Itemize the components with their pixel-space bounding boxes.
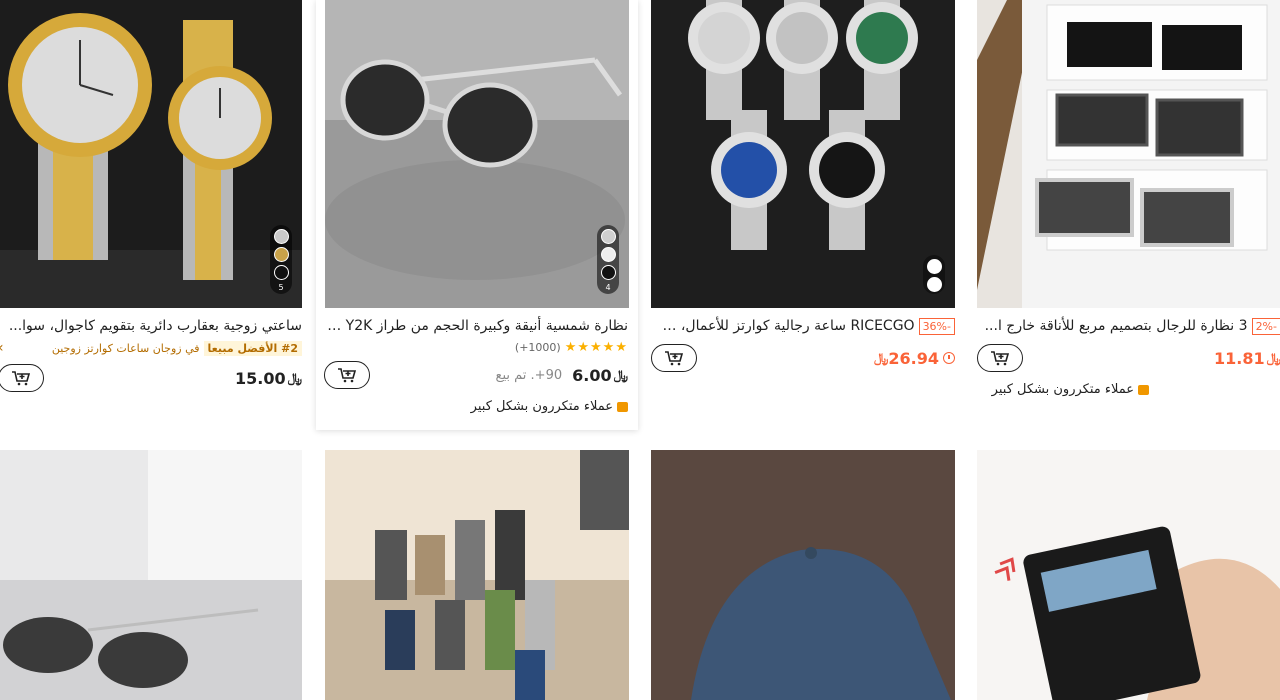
bestseller-badge: #2 الأفضل مبيعا: [203, 340, 302, 356]
product-image-7[interactable]: [651, 450, 955, 700]
discount-badge: -2%: [1251, 318, 1280, 335]
cart-plus-icon: [665, 351, 684, 366]
color-swatches[interactable]: 4: [597, 225, 619, 294]
product-title[interactable]: -2%3 نظارة للرجال بتصميم مربع للأناقة خا…: [977, 316, 1280, 336]
product-image-8[interactable]: [977, 450, 1280, 700]
add-to-cart-button[interactable]: [651, 344, 697, 372]
rating-stars: ★★★★★: [564, 340, 628, 355]
chevron-left-icon[interactable]: ›: [0, 340, 4, 356]
product-card-2[interactable]: 4 نظارة شمسية أنيقة وكبيرة الحجم من طراز…: [316, 0, 638, 430]
repeat-customers-note: عملاء متكررون بشكل كبير: [991, 382, 1134, 397]
currency-icon: ﷼: [287, 370, 302, 386]
sold-count: 90+. تم بيع: [495, 367, 563, 383]
product-image[interactable]: 5: [0, 0, 302, 308]
currency-icon: ﷼: [873, 350, 889, 366]
review-count: (1000+): [514, 341, 561, 354]
product-title-text[interactable]: 3 نظارة للرجال بتصميم مربع للأناقة خارج …: [985, 318, 1248, 334]
product-price: 15.00: [234, 368, 286, 388]
product-card-4[interactable]: -2%3 نظارة للرجال بتصميم مربع للأناقة خا…: [977, 0, 1280, 397]
swatch-black[interactable]: [273, 265, 289, 280]
swatch-black[interactable]: [600, 265, 616, 280]
cart-plus-icon: [338, 368, 357, 383]
swatch-white[interactable]: [926, 277, 942, 292]
product-title[interactable]: نظارة شمسية أنيقة وكبيرة الحجم من طراز Y…: [316, 316, 638, 336]
product-title[interactable]: -36%RICECGO ساعة رجالية كوارتز للأعمال، …: [651, 316, 955, 336]
product-image[interactable]: [977, 0, 1280, 308]
store-icon: [617, 401, 628, 412]
product-price: 6.00: [572, 365, 612, 385]
repeat-customers-note: عملاء متكررون بشكل كبير: [470, 399, 613, 414]
cart-plus-icon: [12, 371, 31, 386]
swatch-white[interactable]: [926, 259, 942, 274]
rank-category[interactable]: في زوجان ساعات كوارتز زوجين: [52, 342, 200, 355]
discount-badge: -36%: [918, 318, 955, 335]
swatch-silver[interactable]: [273, 229, 289, 244]
store-icon: [1138, 384, 1149, 395]
color-swatches[interactable]: [923, 255, 945, 294]
product-title[interactable]: ساعتي زوجية بعقارب دائرية بتقويم كاجوال،…: [0, 316, 302, 336]
cart-plus-icon: [991, 351, 1010, 366]
product-image-6[interactable]: [325, 450, 629, 700]
product-image-5[interactable]: [0, 450, 302, 700]
product-image[interactable]: [651, 0, 955, 308]
swatch-grey[interactable]: [600, 229, 616, 244]
add-to-cart-button[interactable]: [977, 344, 1023, 372]
product-title-text[interactable]: RICECGO ساعة رجالية كوارتز للأعمال، س...: [651, 318, 915, 334]
product-image[interactable]: 4: [325, 0, 629, 308]
product-card-3[interactable]: -36%RICECGO ساعة رجالية كوارتز للأعمال، …: [651, 0, 955, 372]
color-swatches[interactable]: 5: [270, 225, 292, 294]
swatch-count: 5: [278, 283, 284, 292]
product-price: 26.94: [888, 348, 939, 368]
currency-icon: ﷼: [1266, 350, 1280, 366]
product-price: 11.81: [1213, 348, 1265, 368]
swatch-gold[interactable]: [273, 247, 289, 262]
add-to-cart-button[interactable]: [0, 364, 44, 392]
currency-icon: ﷼: [613, 367, 628, 383]
clock-icon: [943, 352, 955, 364]
product-card-1[interactable]: 5 ساعتي زوجية بعقارب دائرية بتقويم كاجوا…: [0, 0, 302, 392]
swatch-count: 4: [605, 283, 611, 292]
add-to-cart-button[interactable]: [324, 361, 370, 389]
swatch-clear[interactable]: [600, 247, 616, 262]
